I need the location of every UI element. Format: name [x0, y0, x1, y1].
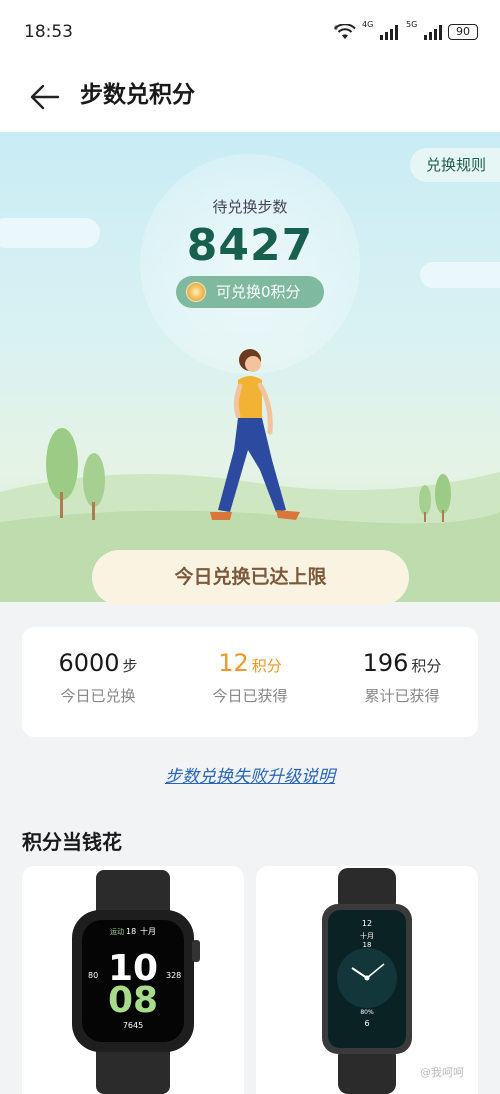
status-bar: 18:53 6 4G 5G 90 [0, 0, 500, 64]
section-title: 积分当钱花 [22, 830, 122, 854]
signal-icon-4g: 4G [362, 20, 398, 40]
watch-steps: 7645 [123, 1021, 143, 1030]
coin-icon [186, 282, 206, 302]
walking-person-illustration [210, 349, 300, 520]
arrow-left-icon[interactable] [28, 80, 62, 114]
network-type-label: 5G [406, 20, 418, 29]
stat-label: 累计已获得 [364, 687, 440, 705]
pending-steps-label: 待兑换步数 [212, 198, 288, 216]
product-card-band[interactable]: 12 十月 18 6 80% @我呵呵 [256, 866, 478, 1094]
watch-month: 十月 [140, 926, 156, 936]
smart-watch-image: 运动 18 十月 10 08 80 328 7645 [72, 870, 200, 1094]
battery-icon: 90 [448, 24, 478, 40]
watch-left-value: 80 [88, 971, 98, 980]
page-header: 步数兑积分 [0, 64, 500, 132]
stats-card: 6000 步 今日已兑换 12 积分 今日已获得 196 积分 累计已获得 [22, 627, 478, 737]
watch-day: 18 [126, 927, 136, 936]
redeemable-points-text: 可兑换0积分 [216, 283, 301, 301]
smart-band-image: 12 十月 18 6 80% [322, 868, 412, 1094]
watermark: @我呵呵 [420, 1066, 464, 1079]
status-icons: 6 4G 5G 90 [334, 20, 478, 42]
stat-today-exchanged: 6000 步 今日已兑换 [22, 649, 174, 706]
hero-section: 兑换规则 待兑换步数 8427 可兑换0积分 [0, 132, 500, 602]
pending-steps-value: 8427 [186, 220, 314, 271]
wifi-badge: 6 [334, 25, 338, 32]
stat-today-earned: 12 积分 今日已获得 [174, 649, 326, 706]
daily-limit-button[interactable]: 今日兑换已达上限 [92, 550, 409, 605]
stat-label: 今日已兑换 [60, 687, 136, 705]
wifi-icon: 6 [334, 24, 356, 39]
band-top-number: 12 [362, 919, 372, 928]
band-month: 十月 [360, 931, 374, 940]
band-percent: 80% [360, 1009, 374, 1016]
stat-value: 6000 [58, 649, 120, 677]
status-time: 18:53 [24, 22, 73, 42]
upgrade-instructions-link[interactable]: 步数兑换失败升级说明 [0, 762, 500, 787]
product-card-watch[interactable]: 运动 18 十月 10 08 80 328 7645 [22, 866, 244, 1094]
stat-label: 今日已获得 [212, 687, 288, 705]
stat-unit: 积分 [251, 657, 282, 675]
stat-unit: 积分 [411, 657, 442, 675]
page-title: 步数兑积分 [80, 82, 195, 108]
band-bottom-number: 6 [364, 1019, 369, 1028]
watch-right-value: 328 [166, 971, 181, 980]
stat-value: 12 [218, 649, 249, 677]
watch-status: 运动 [110, 927, 124, 936]
stat-unit: 步 [122, 657, 138, 675]
watch-minute: 08 [108, 980, 158, 1021]
stat-total-earned: 196 积分 累计已获得 [326, 649, 478, 706]
redeemable-points-pill: 可兑换0积分 [176, 276, 324, 308]
band-day: 18 [363, 941, 372, 949]
exchange-rules-button[interactable]: 兑换规则 [409, 148, 500, 182]
stat-value: 196 [362, 649, 409, 677]
signal-icon-5g: 5G [406, 20, 442, 40]
network-type-label: 4G [362, 20, 374, 29]
